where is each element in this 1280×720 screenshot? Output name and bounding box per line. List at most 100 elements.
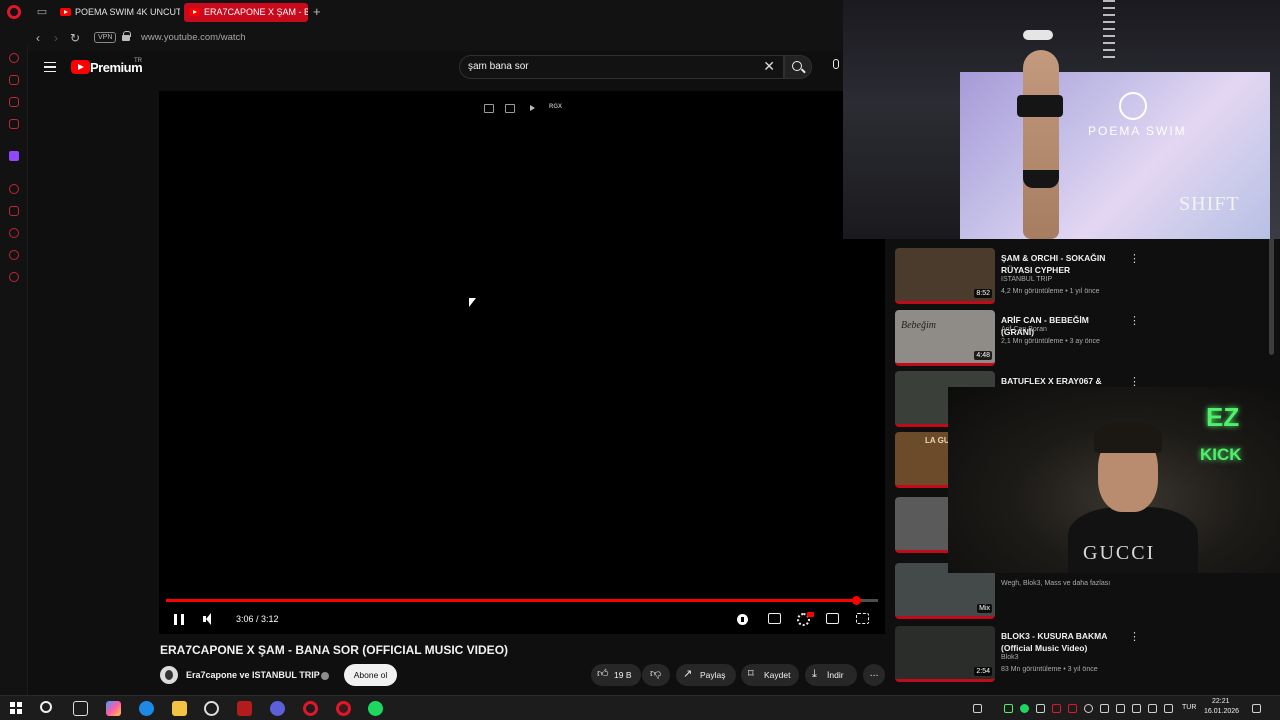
notification-icon[interactable]: [1252, 704, 1261, 713]
tray-app3-icon[interactable]: [1164, 704, 1173, 713]
mouse-cursor-icon: [469, 298, 476, 307]
youtube-logo-icon[interactable]: [71, 60, 90, 74]
recommended-title[interactable]: ŞAM & ORCHI - SOKAĞIN RÜYASI CYPHER: [1001, 252, 1121, 276]
app-icon[interactable]: [204, 701, 219, 716]
spotify-icon[interactable]: [368, 701, 383, 716]
search-input[interactable]: şam bana sor ✕: [459, 55, 784, 79]
autoplay-toggle[interactable]: [737, 614, 748, 625]
recommended-channel[interactable]: Blok3: [1001, 654, 1019, 661]
thumbs-up-icon: 👍︎: [597, 668, 609, 680]
file-explorer-icon[interactable]: [172, 701, 187, 716]
clear-search-icon[interactable]: ✕: [763, 58, 775, 75]
video-player[interactable]: [159, 91, 885, 634]
url-field[interactable]: www.youtube.com/watch: [141, 32, 246, 43]
discord-tray-icon[interactable]: [1036, 704, 1045, 713]
recommended-title[interactable]: BATUFLEX X ERAY067 &: [1001, 375, 1121, 387]
miniplayer-icon[interactable]: [826, 613, 839, 624]
lock-icon[interactable]: [122, 31, 131, 41]
back-icon[interactable]: ‹: [36, 31, 40, 45]
sidebar-settings-icon[interactable]: [9, 272, 19, 282]
forward-icon[interactable]: ›: [54, 31, 58, 45]
more-actions-button[interactable]: ⋯: [863, 664, 885, 686]
progress-scrubber[interactable]: [851, 596, 861, 605]
tray-app2-icon[interactable]: [1100, 704, 1109, 713]
new-tab-button[interactable]: +: [313, 4, 321, 19]
tab-poema-swim[interactable]: POEMA SWIM 4K UNCUT: [55, 3, 180, 22]
tab-era7capone[interactable]: ERA7CAPONE X ŞAM - BA: [184, 3, 308, 22]
language-indicator[interactable]: TUR: [1182, 704, 1196, 711]
task-view-icon[interactable]: [73, 701, 88, 716]
recommended-channel[interactable]: Arif Can Boran: [1001, 326, 1047, 333]
like-button[interactable]: 👍︎ 19 B: [591, 664, 641, 686]
copilot-icon[interactable]: [106, 701, 121, 716]
menu-icon[interactable]: [44, 62, 56, 72]
windows-taskbar: TUR 22:21 16.01.2026: [0, 695, 1280, 720]
share-button[interactable]: ↗ Paylaş: [676, 664, 736, 686]
popout-icon[interactable]: [484, 104, 494, 113]
recommended-channel[interactable]: ISTANBUL TRIP: [1001, 276, 1052, 283]
clock-date[interactable]: 16.01.2026: [1204, 708, 1239, 715]
tray-globe-icon[interactable]: [1084, 704, 1093, 713]
video-thumbnail[interactable]: Bebeğim 4:48: [895, 310, 995, 366]
microphone-tray-icon[interactable]: [1116, 704, 1125, 713]
enter-icon[interactable]: [505, 104, 515, 113]
subtitles-icon[interactable]: [768, 613, 781, 624]
subscribe-button[interactable]: Abone ol: [344, 664, 397, 686]
channel-avatar[interactable]: [160, 666, 178, 684]
volume-icon[interactable]: [203, 613, 215, 625]
opera-logo-icon[interactable]: [7, 5, 21, 19]
sidebar-ai-icon[interactable]: [9, 53, 19, 63]
sidebar-twitch-icon[interactable]: [9, 151, 19, 161]
sidebar-chat2-icon[interactable]: [9, 250, 19, 260]
save-button[interactable]: ⌑ Kaydet: [741, 664, 799, 686]
sidebar-bag-icon[interactable]: [9, 75, 19, 85]
sidebar-player-icon[interactable]: [9, 184, 19, 194]
recommended-channel[interactable]: Wegh, Blok3, Mass ve daha fazlası: [1001, 580, 1110, 587]
fullscreen-icon[interactable]: [856, 613, 869, 624]
sidebar-chat-icon[interactable]: [9, 97, 19, 107]
video-thumbnail[interactable]: [895, 497, 955, 553]
vpn-badge[interactable]: VPN: [94, 32, 117, 43]
tray-red-icon[interactable]: [1052, 704, 1061, 713]
dislike-button[interactable]: 👎︎: [642, 664, 670, 686]
tray-red2-icon[interactable]: [1068, 704, 1077, 713]
volume-tray-icon[interactable]: [1148, 704, 1157, 713]
clock-time[interactable]: 22:21: [1212, 698, 1230, 705]
search-taskbar-icon[interactable]: [40, 701, 52, 713]
rgx-label[interactable]: RGX: [549, 104, 562, 110]
opera-taskbar-icon[interactable]: [303, 701, 318, 716]
tab-islands-icon[interactable]: ▭: [36, 6, 48, 18]
reload-icon[interactable]: ↻: [70, 31, 80, 45]
keyboard-icon[interactable]: [973, 704, 982, 713]
address-bar: ‹ › ↻ VPN www.youtube.com/watch: [0, 25, 845, 51]
spotify-tray-icon[interactable]: [1020, 704, 1029, 713]
tray-app-icon[interactable]: [1004, 704, 1013, 713]
windows-start-icon[interactable]: [10, 702, 22, 714]
microphone-icon[interactable]: [833, 59, 839, 69]
sidebar-messenger-icon[interactable]: [9, 119, 19, 129]
voicemeeter-icon[interactable]: [237, 701, 252, 716]
video-thumbnail[interactable]: 2:54: [895, 626, 995, 682]
pause-button[interactable]: [174, 614, 184, 625]
next-frame-icon[interactable]: [528, 104, 538, 113]
more-options-icon[interactable]: ⋮: [1129, 252, 1140, 265]
opera-gx-taskbar-icon[interactable]: [336, 701, 351, 716]
download-button[interactable]: ⤓ İndir: [805, 664, 857, 686]
progress-bar[interactable]: [166, 596, 878, 605]
search-button[interactable]: [784, 55, 812, 79]
more-options-icon[interactable]: ⋮: [1129, 630, 1140, 643]
recommended-video[interactable]: 8:52 ŞAM & ORCHI - SOKAĞIN RÜYASI CYPHER…: [895, 248, 1245, 306]
streamer-hair: [1094, 423, 1162, 453]
channel-name[interactable]: Era7capone ve ISTANBUL TRIP: [186, 670, 320, 680]
video-thumbnail[interactable]: 8:52: [895, 248, 995, 304]
recommended-video[interactable]: Bebeğim 4:48 ARİF CAN - BEBEĞİM (GRANİ) …: [895, 310, 1245, 368]
sidebar-history-icon[interactable]: [9, 228, 19, 238]
recommended-title[interactable]: BLOK3 - KUSURA BAKMA (Official Music Vid…: [1001, 630, 1121, 654]
more-options-icon[interactable]: ⋮: [1129, 314, 1140, 327]
network-icon[interactable]: [1132, 704, 1141, 713]
recommended-video[interactable]: 2:54 BLOK3 - KUSURA BAKMA (Official Musi…: [895, 626, 1245, 684]
video-thumbnail[interactable]: LA GU: [895, 432, 955, 488]
edge-icon[interactable]: [139, 701, 154, 716]
sidebar-cube-icon[interactable]: [9, 206, 19, 216]
discord-icon[interactable]: [270, 701, 285, 716]
